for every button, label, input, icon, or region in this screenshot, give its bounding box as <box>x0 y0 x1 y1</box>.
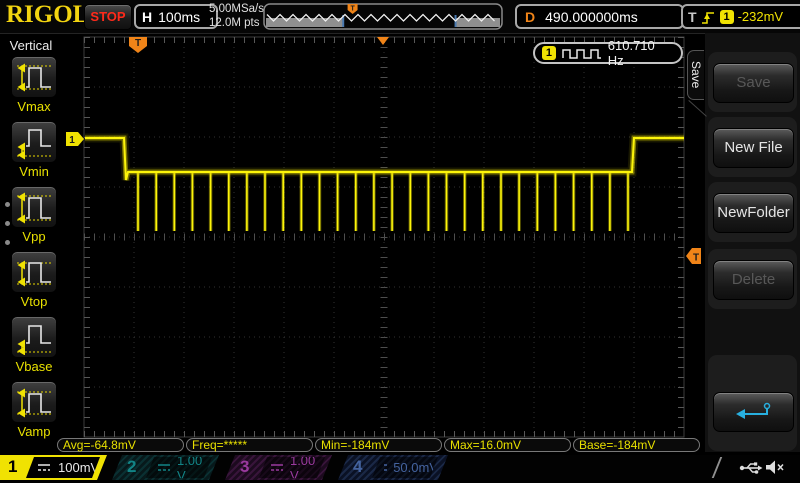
usb-icon <box>739 459 763 476</box>
trigger-level-value: -232mV <box>738 9 784 24</box>
trigger-status-box[interactable]: T 1 -232mV <box>681 4 800 29</box>
dc-coupling-icon <box>157 462 171 474</box>
waveform-display: T T 1 <box>64 33 704 445</box>
channel-status-bar: 1 100mV 2 1.00 V 3 1.00 V <box>0 455 800 480</box>
vamp-icon <box>14 384 54 420</box>
svg-text:T: T <box>350 6 355 13</box>
sidebar-item-label: Vmin <box>11 164 57 179</box>
sidebar-item-vmax[interactable]: Vmax <box>11 56 57 114</box>
channel3-badge[interactable]: 3 1.00 V <box>225 455 332 480</box>
square-wave-icon <box>562 46 602 60</box>
trigger-badge: T <box>688 9 697 25</box>
measurement-avg[interactable]: Avg=-64.8mV <box>57 438 184 452</box>
speaker-muted-icon <box>765 459 785 476</box>
sidebar-item-vamp[interactable]: Vamp <box>11 381 57 439</box>
channel-scale: 1.00 V <box>177 453 212 483</box>
measurement-max[interactable]: Max=16.0mV <box>444 438 571 452</box>
svg-text:1: 1 <box>69 135 75 146</box>
sidebar-item-vbase[interactable]: Vbase <box>11 316 57 374</box>
new-folder-button[interactable]: NewFolder <box>713 193 794 233</box>
new-file-button[interactable]: New File <box>713 128 794 168</box>
horizontal-center-marker <box>377 37 389 45</box>
status-divider <box>712 457 722 478</box>
trigger-delay-box[interactable]: D 490.000000ms <box>515 4 684 29</box>
measurement-base[interactable]: Base=-184mV <box>573 438 700 452</box>
counter-channel-badge: 1 <box>542 46 556 60</box>
trigger-level-marker[interactable]: T <box>686 248 701 264</box>
back-button[interactable] <box>713 392 794 432</box>
measurement-min[interactable]: Min=-184mV <box>315 438 442 452</box>
return-arrow-icon <box>732 399 776 425</box>
rising-edge-icon <box>701 8 716 26</box>
channel-scale: 100mV <box>58 460 99 475</box>
vpp-icon <box>14 189 54 225</box>
dc-coupling-icon <box>37 462 52 474</box>
channel1-badge[interactable]: 1 100mV <box>0 455 107 480</box>
trigger-position-marker[interactable]: T <box>129 37 147 53</box>
counter-frequency-value: 610.710 Hz <box>608 38 674 68</box>
measurement-freq[interactable]: Freq=***** <box>186 438 313 452</box>
vbase-icon <box>14 319 54 355</box>
sidebar-item-label: Vamp <box>11 424 57 439</box>
run-stop-status-button[interactable]: STOP <box>84 4 132 30</box>
sample-rate: 5.00MSa/s <box>209 3 264 17</box>
delay-value: 490.000000ms <box>545 9 638 25</box>
sidebar-item-label: Vtop <box>11 294 57 309</box>
channel-number: 2 <box>127 457 136 477</box>
rigol-logo: RIGOL <box>6 1 89 29</box>
save-button[interactable]: Save <box>713 63 794 103</box>
vtop-icon <box>14 254 54 290</box>
sidebar-item-vmin[interactable]: Vmin <box>11 121 57 179</box>
channel-scale: 50.0mV <box>393 460 438 475</box>
sidebar-item-label: Vpp <box>11 229 57 244</box>
sidebar-item-vpp[interactable]: Vpp <box>11 186 57 244</box>
hardware-frequency-counter: 1 610.710 Hz <box>533 42 683 64</box>
channel1-ground-marker[interactable]: 1 <box>66 132 84 146</box>
sidebar-item-label: Vmax <box>11 99 57 114</box>
channel-number: 3 <box>240 457 249 477</box>
vmax-icon <box>14 59 54 95</box>
svg-text:T: T <box>693 253 699 264</box>
left-menu-title: Vertical <box>0 38 62 53</box>
channel-number: 1 <box>8 457 17 477</box>
sidebar-item-vtop[interactable]: Vtop <box>11 251 57 309</box>
timebase-value: 100ms <box>158 9 200 25</box>
svg-text:T: T <box>135 38 141 49</box>
top-status-bar: RIGOL STOP H 100ms 5.00MSa/s 12.0M pts T… <box>0 0 800 34</box>
channel-number: 4 <box>353 457 362 477</box>
memory-depth: 12.0M pts <box>209 17 264 31</box>
delete-button[interactable]: Delete <box>713 260 794 300</box>
soft-menu-panel: Save New File NewFolder Delete <box>705 33 800 452</box>
vmin-icon <box>14 124 54 160</box>
dc-coupling-icon <box>270 462 284 474</box>
horizontal-timebase-box[interactable]: H 100ms <box>134 4 218 29</box>
sidebar-item-label: Vbase <box>11 359 57 374</box>
channel-scale: 1.00 V <box>290 453 325 483</box>
trigger-source-badge: 1 <box>720 10 734 24</box>
menu-tab-save: Save <box>687 50 704 100</box>
delay-badge: D <box>525 9 535 25</box>
waveform-record-preview[interactable]: T <box>263 3 503 35</box>
acquisition-info: 5.00MSa/s 12.0M pts <box>209 3 264 30</box>
channel4-badge[interactable]: 4 50.0mV <box>338 455 448 480</box>
horizontal-badge: H <box>142 9 152 25</box>
dc-coupling-icon <box>383 462 387 474</box>
menu-page-indicator <box>5 202 11 259</box>
channel2-badge[interactable]: 2 1.00 V <box>112 455 219 480</box>
